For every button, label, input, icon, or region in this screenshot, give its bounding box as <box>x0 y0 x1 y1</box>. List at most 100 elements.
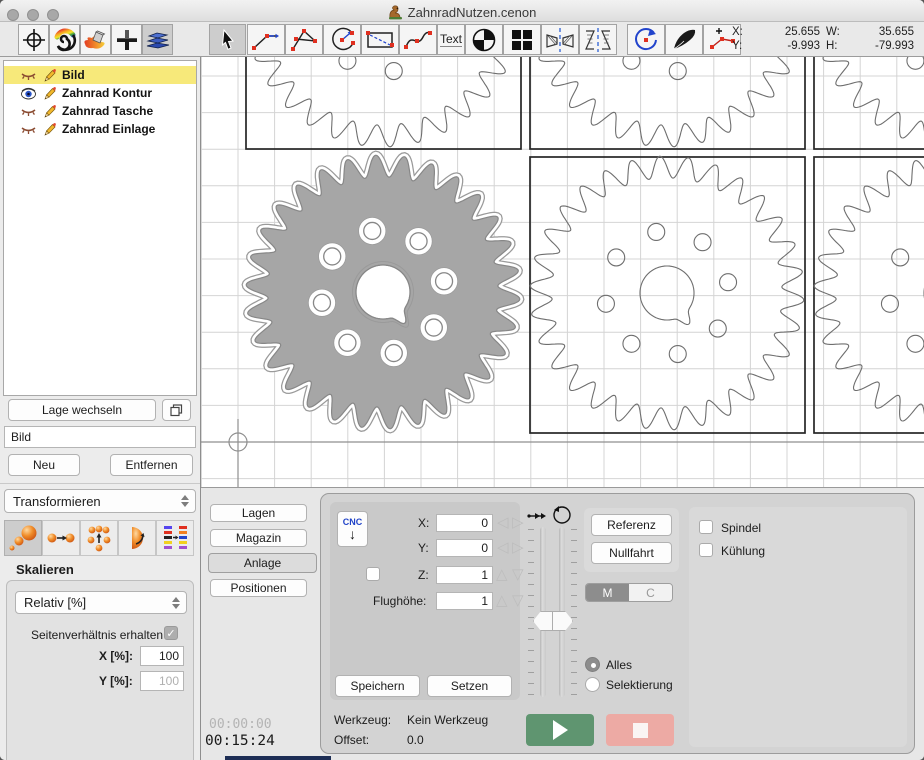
coord-h: -79.993 <box>848 40 914 52</box>
speed-slider-handle[interactable] <box>533 611 554 631</box>
start-button[interactable] <box>526 714 594 746</box>
sidebar: Bild Zahnrad Kontur Zahnrad Tasche Zahnrad … <box>0 57 201 760</box>
y-percent-field[interactable]: 100 <box>140 671 184 691</box>
flight-height-field[interactable]: 1 <box>436 592 493 610</box>
join-mode-button[interactable] <box>80 520 118 556</box>
z-down-stepper[interactable]: ▽ <box>512 567 524 582</box>
cross-tool-button[interactable] <box>111 24 142 55</box>
nullfahrt-button[interactable]: Nullfahrt <box>591 542 672 564</box>
z-up-stepper[interactable]: △ <box>496 567 508 582</box>
duplicate-layer-button[interactable] <box>162 399 191 421</box>
setzen-button[interactable]: Setzen <box>427 675 512 697</box>
coordinates-readout: X:25.655W:35.655 Y:-9.993H:-79.993 <box>732 26 918 54</box>
mix-mode-button[interactable] <box>156 520 194 556</box>
referenz-button[interactable]: Referenz <box>591 514 672 536</box>
layer-row[interactable]: Zahnrad Tasche <box>4 102 196 120</box>
x-percent-label: X [%]: <box>99 649 133 663</box>
kuehlung-label: Kühlung <box>721 544 765 558</box>
divider <box>0 483 200 484</box>
layer-name-field[interactable]: Bild <box>4 426 196 448</box>
grid-squares-button[interactable] <box>503 24 541 55</box>
aspect-checkbox[interactable]: ✓ <box>164 626 178 640</box>
layer-name: Bild <box>62 68 85 82</box>
polyline-tool-button[interactable] <box>285 24 323 55</box>
knife-tool-button[interactable] <box>665 24 703 55</box>
x-axis-label: X: <box>418 516 429 530</box>
color-tool-button[interactable] <box>49 24 80 55</box>
werkzeug-label: Werkzeug: <box>334 713 391 727</box>
pencil-icon <box>42 104 57 118</box>
offset-value: 0.0 <box>407 733 424 747</box>
web-tool-button[interactable] <box>465 24 503 55</box>
reference-box: Referenz Nullfahrt <box>584 508 679 572</box>
x-left-stepper[interactable]: ◁ <box>497 515 509 530</box>
y-axis-field[interactable]: 0 <box>436 539 493 557</box>
pencil-icon <box>42 122 57 136</box>
segment-c[interactable]: C <box>629 584 672 601</box>
aspect-label: Seitenverhältnis erhalten <box>31 628 163 642</box>
selektierung-radio[interactable] <box>585 677 600 692</box>
y-right-stepper[interactable]: ▷ <box>512 540 524 555</box>
transform-mode-select[interactable]: Transformieren <box>4 489 196 513</box>
x-axis-field[interactable]: 0 <box>436 514 493 532</box>
entfernen-button[interactable]: Entfernen <box>110 454 193 476</box>
flight-height-label: Flughöhe: <box>373 594 426 608</box>
mc-segmented-control: M C <box>585 583 673 602</box>
x-right-stepper[interactable]: ▷ <box>512 515 524 530</box>
text-tool-button[interactable]: Text <box>437 24 465 55</box>
mirror-vertical-button[interactable] <box>579 24 617 55</box>
rectangle-tool-button[interactable] <box>361 24 399 55</box>
alles-radio[interactable] <box>585 657 600 672</box>
select-tool-button[interactable] <box>209 24 246 55</box>
lage-wechseln-button[interactable]: Lage wechseln <box>8 399 156 421</box>
kuehlung-checkbox[interactable] <box>699 543 713 557</box>
layer-row[interactable]: Bild <box>4 66 196 84</box>
rotation-slider-handle[interactable] <box>552 611 573 631</box>
app-window: ZahnradNutzen.cenon <box>0 0 924 760</box>
curve-tool-button[interactable] <box>399 24 437 55</box>
cnc-output-button[interactable]: CNC ↓ <box>337 511 368 547</box>
tab-positionen[interactable]: Positionen <box>210 579 307 597</box>
neu-button[interactable]: Neu <box>8 454 80 476</box>
layer-name: Zahnrad Tasche <box>62 104 153 118</box>
move-mode-button[interactable] <box>42 520 80 556</box>
scale-mode-button[interactable] <box>4 520 42 556</box>
layers-tool-button[interactable] <box>142 24 173 55</box>
layer-row[interactable]: Zahnrad Einlage <box>4 120 196 138</box>
spindel-checkbox[interactable] <box>699 520 713 534</box>
chevron-updown-icon <box>181 495 189 507</box>
drawing-canvas[interactable] <box>201 57 924 487</box>
unit-mode-select[interactable]: Relativ [%] <box>15 591 187 614</box>
z-checkbox[interactable] <box>366 567 380 581</box>
stop-icon <box>633 723 648 738</box>
tab-magazin[interactable]: Magazin <box>210 529 307 547</box>
pencil-icon <box>42 86 57 100</box>
z-axis-field[interactable]: 1 <box>436 566 493 584</box>
eye-closed-icon <box>20 105 37 118</box>
rotate-mode-button[interactable] <box>118 520 156 556</box>
coord-y: -9.993 <box>748 40 820 52</box>
layer-list[interactable]: Bild Zahnrad Kontur Zahnrad Tasche Zahnrad … <box>3 60 197 396</box>
werkzeug-value: Kein Werkzeug <box>407 713 488 727</box>
speichern-button[interactable]: Speichern <box>335 675 420 697</box>
line-tool-button[interactable] <box>247 24 285 55</box>
crosshair-tool-button[interactable] <box>18 24 49 55</box>
speed-icon <box>527 511 547 521</box>
fill-tool-button[interactable] <box>80 24 111 55</box>
y-percent-label: Y [%]: <box>99 674 133 688</box>
rotate-tool-button[interactable] <box>627 24 665 55</box>
offset-label: Offset: <box>334 733 369 747</box>
mirror-horizontal-button[interactable] <box>541 24 579 55</box>
skalieren-heading: Skalieren <box>16 562 74 577</box>
layer-row[interactable]: Zahnrad Kontur <box>4 84 196 102</box>
segment-m[interactable]: M <box>586 584 629 601</box>
tab-lagen[interactable]: Lagen <box>210 504 307 522</box>
arc-tool-button[interactable] <box>323 24 361 55</box>
stop-button[interactable] <box>606 714 674 746</box>
flight-down-stepper[interactable]: ▽ <box>512 593 524 608</box>
chevron-updown-icon <box>172 597 180 609</box>
x-percent-field[interactable]: 100 <box>140 646 184 666</box>
tab-anlage[interactable]: Anlage <box>208 553 317 573</box>
flight-up-stepper[interactable]: △ <box>496 593 508 608</box>
y-left-stepper[interactable]: ◁ <box>497 540 509 555</box>
